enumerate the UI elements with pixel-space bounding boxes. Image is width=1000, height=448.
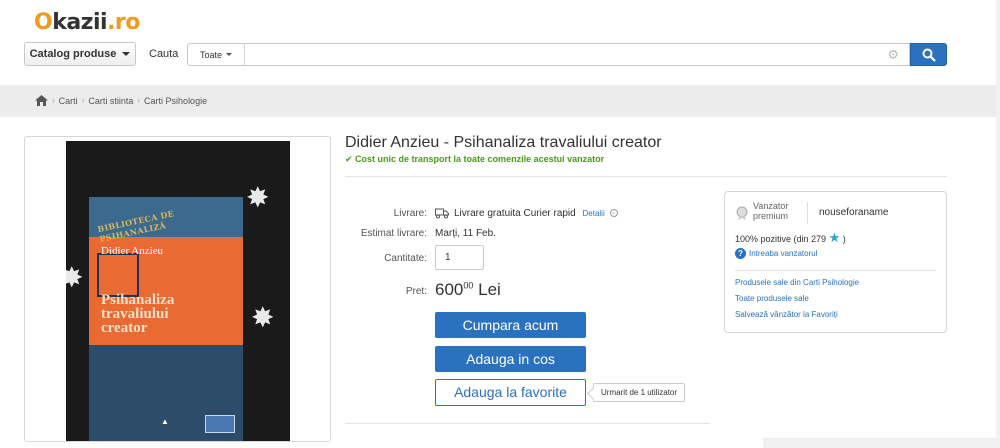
premium-badge: Vanzator premium — [753, 201, 788, 221]
divider — [735, 270, 936, 271]
product-image-frame[interactable]: ✸ ✸ ✸ BIBLIOTECA DE PSIHANALIZĂ Didier A… — [24, 136, 331, 442]
delivery-value: Livrare gratuita Curier rapid Detalii ⌄ — [454, 208, 618, 219]
seller-name[interactable]: nouseforaname — [819, 207, 889, 218]
buy-now-button[interactable]: Cumpara acum — [435, 312, 586, 338]
home-icon[interactable] — [35, 95, 48, 106]
premium-badge-line: premium — [753, 211, 789, 221]
seller-all-products-link[interactable]: Toate produsele sale — [735, 294, 809, 303]
search-label: Cauta — [149, 48, 179, 60]
book-author-text: Didier Anzieu — [101, 245, 164, 257]
gear-icon[interactable]: ⚙ — [887, 47, 899, 62]
book-title-line: creator — [101, 320, 148, 336]
scrollbar[interactable] — [996, 0, 1000, 448]
book-cover-frame — [97, 253, 139, 297]
logo-tld: .ro — [107, 10, 140, 35]
seller-category-products-link[interactable]: Produsele sale din Carti Psihologie — [735, 278, 859, 287]
followers-badge: Urmarit de 1 utilizator — [593, 383, 686, 402]
product-title: Didier Anzieu - Psihanaliza travaliului … — [345, 134, 662, 151]
delivery-details-link[interactable]: Detalii — [583, 209, 605, 218]
search-button[interactable] — [910, 43, 947, 66]
price-decimals: 00 — [463, 280, 474, 291]
catalog-button[interactable]: Catalog produse — [24, 42, 136, 66]
breadcrumb-item[interactable]: Carti Psihologie — [144, 96, 207, 106]
star-icon: ★ — [828, 230, 841, 245]
background-decoration: ✸ — [66, 261, 83, 294]
bottom-bar — [763, 438, 1000, 448]
price-integer: 600 — [435, 280, 464, 299]
search-bar: Toate ⚙ — [187, 43, 910, 66]
category-select[interactable]: Toate — [188, 44, 245, 65]
chevron-down-icon — [226, 53, 233, 56]
vertical-divider — [807, 202, 808, 224]
publisher-icon: ▲ — [161, 417, 169, 426]
search-input[interactable] — [246, 44, 856, 65]
background-decoration: ✸ — [251, 302, 275, 333]
premium-badge-line: Vanzator — [753, 201, 789, 211]
breadcrumb-item[interactable]: Carti — [59, 96, 78, 106]
delivery-label: Livrare: — [393, 208, 427, 219]
seller-rating: 100% pozitive (din 279 ★ ) — [735, 230, 846, 246]
breadcrumb-separator: › — [52, 96, 55, 105]
site-logo[interactable]: Okazii.ro — [34, 10, 140, 35]
book-title-line: travaliului — [101, 306, 169, 322]
catalog-label: Catalog produse — [29, 48, 117, 60]
search-icon — [922, 48, 936, 62]
delivery-text: Livrare gratuita Curier rapid — [454, 208, 576, 219]
quantity-field[interactable] — [435, 245, 484, 270]
rating-end: ) — [842, 234, 846, 244]
divider — [345, 176, 947, 177]
book-title-text: Psihanaliza travaliului creator — [101, 292, 175, 336]
divider — [345, 423, 710, 424]
chevron-down-icon[interactable]: ⌄ — [609, 209, 618, 218]
add-to-cart-button[interactable]: Adauga in cos — [435, 346, 586, 372]
price: 60000 Lei — [435, 280, 501, 300]
breadcrumb-item[interactable]: Carti stiinta — [88, 96, 133, 106]
price-sticker — [205, 415, 235, 433]
chevron-down-icon — [122, 52, 131, 56]
save-seller-favorite-link[interactable]: Salvează vânzător la Favoriți — [735, 310, 838, 319]
estimate-label: Estimat livrare: — [360, 228, 427, 239]
seller-box: Vanzator premium nouseforaname 100% pozi… — [724, 191, 947, 333]
truck-icon — [435, 208, 449, 219]
logo-o: O — [34, 10, 53, 35]
logo-text: kazii — [52, 10, 108, 35]
medal-icon — [736, 206, 748, 220]
quantity-label: Cantitate: — [384, 253, 427, 264]
question-icon: ? — [735, 248, 746, 259]
book-cover: BIBLIOTECA DE PSIHANALIZĂ Didier Anzieu … — [89, 197, 243, 441]
price-currency: Lei — [478, 280, 501, 299]
breadcrumb: › Carti › Carti stiinta › Carti Psiholog… — [35, 95, 207, 106]
breadcrumb-separator: › — [137, 96, 141, 105]
product-photo: ✸ ✸ ✸ BIBLIOTECA DE PSIHANALIZĂ Didier A… — [66, 141, 290, 441]
book-title-line: Psihanaliza — [101, 292, 175, 308]
background-decoration: ✸ — [246, 182, 270, 213]
rating-text: 100% pozitive (din 279 — [735, 234, 827, 244]
add-to-favorites-button[interactable]: Adauga la favorite — [435, 379, 586, 406]
ask-seller-label: Intreaba vanzatorul — [749, 249, 818, 258]
shipping-note: ✔ Cost unic de transport la toate comenz… — [345, 154, 605, 164]
category-select-value: Toate — [199, 49, 223, 60]
price-label: Pret: — [405, 286, 427, 297]
ask-seller-link[interactable]: ? Intreaba vanzatorul — [735, 248, 818, 259]
breadcrumb-separator: › — [81, 96, 85, 105]
estimate-value: Marți, 11 Feb. — [435, 228, 496, 239]
